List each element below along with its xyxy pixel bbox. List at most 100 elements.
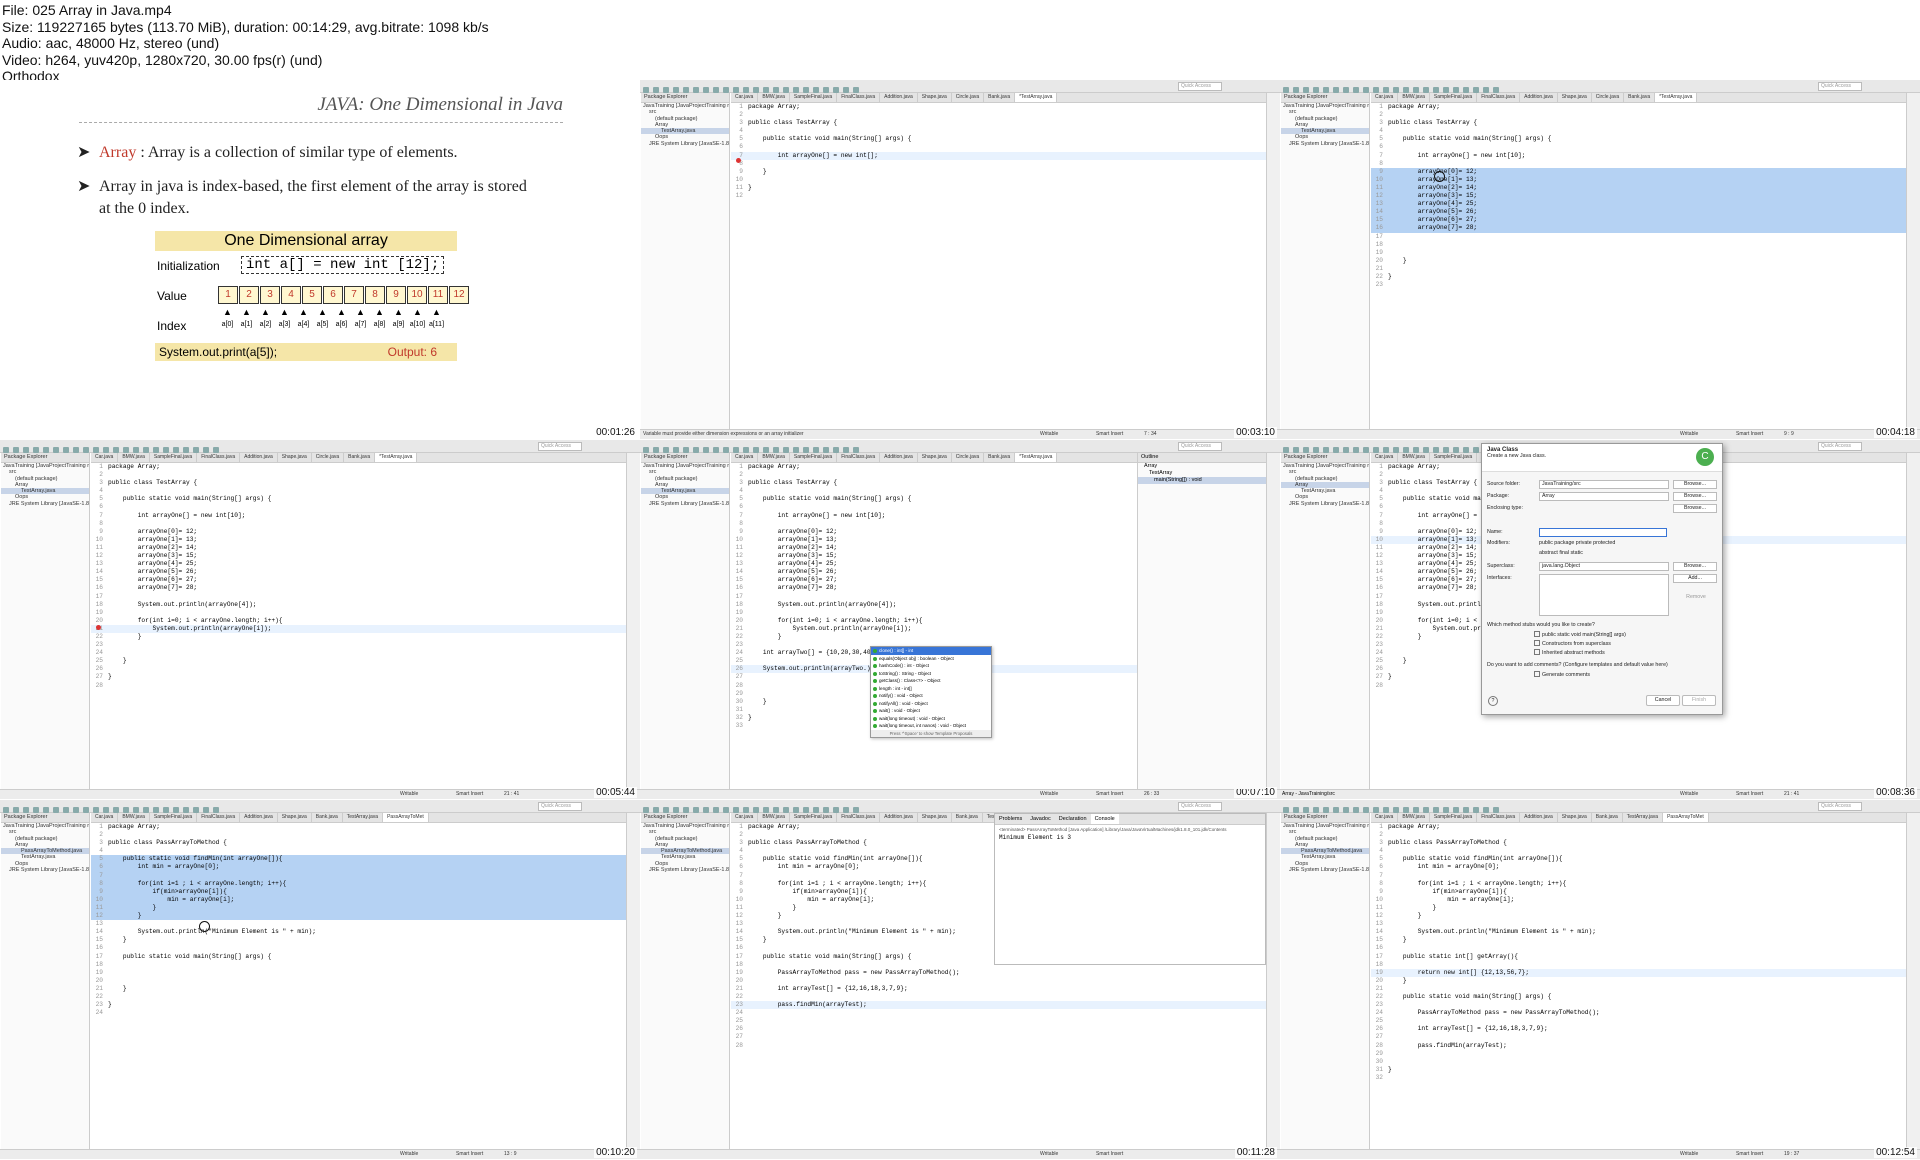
- editor-tab[interactable]: BMW.java: [118, 453, 150, 462]
- editor-tab[interactable]: FinalClass.java: [837, 93, 881, 102]
- text-field[interactable]: JavaTraining/src: [1539, 480, 1669, 489]
- editor-tab[interactable]: Shape.java: [918, 453, 952, 462]
- editor-tab[interactable]: Car.java: [1371, 813, 1399, 822]
- editor-tab[interactable]: TestArray.java: [343, 813, 384, 822]
- editor-tab[interactable]: *TestArray.java: [1655, 93, 1698, 102]
- checkbox-icon[interactable]: [1534, 649, 1540, 655]
- editor-tab[interactable]: SampleFinal.java: [150, 453, 198, 462]
- error-marker-icon[interactable]: [96, 625, 101, 630]
- tree-item[interactable]: JRE System Library [JavaSE-1.8]: [641, 867, 729, 873]
- assist-item[interactable]: notifyAll() : void - Object: [871, 700, 991, 708]
- code-area[interactable]: 1 package Array; 2 3 public class TestArray …: [1371, 103, 1906, 289]
- package-explorer-tab[interactable]: Package Explorer: [1281, 813, 1369, 823]
- tree-item[interactable]: JRE System Library [JavaSE-1.8]: [1, 501, 89, 507]
- text-field[interactable]: [1539, 528, 1667, 537]
- editor-tab[interactable]: BMW.java: [1398, 453, 1430, 462]
- interfaces-list[interactable]: [1539, 574, 1669, 616]
- help-icon[interactable]: ?: [1488, 696, 1498, 706]
- editor-tab[interactable]: *TestArray.java: [375, 453, 418, 462]
- stub-checkbox[interactable]: Constructors from superclass: [1534, 640, 1611, 647]
- code-editor[interactable]: Car.javaBMW.javaSampleFinal.javaFinalCla…: [1371, 813, 1906, 1149]
- outline-tab[interactable]: Outline: [1138, 453, 1266, 463]
- package-explorer-tab[interactable]: Package Explorer: [641, 93, 729, 103]
- assist-item[interactable]: wait(long timeout, int nanos) : void - O…: [871, 722, 991, 730]
- quick-access-input[interactable]: Quick Access: [538, 442, 582, 451]
- content-assist-popup[interactable]: clone() : int[] - int equals(Object obj) …: [870, 646, 992, 738]
- editor-tab[interactable]: FinalClass.java: [837, 453, 881, 462]
- editor-tab[interactable]: Bank.java: [952, 813, 983, 822]
- field-button[interactable]: Browse...: [1673, 480, 1717, 489]
- quick-access-input[interactable]: Quick Access: [1818, 442, 1862, 451]
- console-tab[interactable]: Javadoc: [1026, 814, 1055, 824]
- field-button[interactable]: Browse...: [1673, 504, 1717, 513]
- editor-tab[interactable]: Shape.java: [1558, 813, 1592, 822]
- editor-tab[interactable]: FinalClass.java: [197, 813, 241, 822]
- editor-tab[interactable]: BMW.java: [758, 93, 790, 102]
- outline-item[interactable]: main(String[]) : void: [1138, 477, 1266, 484]
- tree-item[interactable]: JRE System Library [JavaSE-1.8]: [1, 867, 89, 873]
- package-explorer-tab[interactable]: Package Explorer: [1, 813, 89, 823]
- editor-tab[interactable]: Car.java: [91, 813, 119, 822]
- modifiers-options-2[interactable]: abstract final static: [1539, 550, 1583, 556]
- editor-tab[interactable]: SampleFinal.java: [1430, 453, 1478, 462]
- editor-tab[interactable]: Car.java: [1371, 93, 1399, 102]
- editor-tab[interactable]: Bank.java: [984, 93, 1016, 102]
- assist-item[interactable]: notify() : void - Object: [871, 692, 991, 700]
- editor-tab[interactable]: Bank.java: [344, 453, 376, 462]
- editor-tab[interactable]: Car.java: [731, 813, 759, 822]
- assist-item[interactable]: toString() : String - Object: [871, 670, 991, 678]
- editor-tab[interactable]: Shape.java: [1558, 93, 1592, 102]
- assist-item[interactable]: wait(long timeout) : void - Object: [871, 715, 991, 723]
- editor-tab[interactable]: Shape.java: [918, 813, 952, 822]
- code-editor[interactable]: Car.javaBMW.javaSampleFinal.javaFinalCla…: [1371, 93, 1906, 429]
- finish-button[interactable]: Finish: [1682, 695, 1716, 706]
- console-tab[interactable]: Declaration: [1055, 814, 1091, 824]
- editor-tab[interactable]: Car.java: [731, 93, 759, 102]
- tree-item[interactable]: JRE System Library [JavaSE-1.8]: [1281, 867, 1369, 873]
- comments-checkbox[interactable]: Generate comments: [1534, 671, 1590, 678]
- editor-tab[interactable]: FinalClass.java: [837, 813, 881, 822]
- tree-item[interactable]: JRE System Library [JavaSE-1.8]: [1281, 501, 1369, 507]
- editor-tab[interactable]: SampleFinal.java: [1430, 813, 1478, 822]
- quick-access-input[interactable]: Quick Access: [538, 802, 582, 811]
- outline-item[interactable]: TestArray: [1138, 470, 1266, 477]
- editor-tab[interactable]: Bank.java: [312, 813, 343, 822]
- editor-tab[interactable]: TestArray.java: [1623, 813, 1664, 822]
- assist-item[interactable]: hashCode() : int - Object: [871, 662, 991, 670]
- editor-tab[interactable]: Car.java: [731, 453, 759, 462]
- assist-item[interactable]: clone() : int[] - int: [871, 647, 991, 655]
- assist-item[interactable]: length : int - int[]: [871, 685, 991, 693]
- editor-tab[interactable]: SampleFinal.java: [150, 813, 198, 822]
- stub-checkbox[interactable]: Inherited abstract methods: [1534, 649, 1605, 656]
- editor-tab[interactable]: Shape.java: [918, 93, 952, 102]
- assist-item[interactable]: equals(Object obj) : boolean - Object: [871, 655, 991, 663]
- editor-tab[interactable]: PassArrayToMet: [1663, 813, 1709, 822]
- code-area[interactable]: 1 package Array; 2 3 public class TestArray …: [91, 463, 626, 690]
- editor-tab[interactable]: BMW.java: [1398, 813, 1430, 822]
- tree-item[interactable]: JRE System Library [JavaSE-1.8]: [1281, 141, 1369, 147]
- editor-tab[interactable]: Circle.java: [952, 453, 985, 462]
- editor-tab[interactable]: Shape.java: [278, 813, 312, 822]
- quick-access-input[interactable]: Quick Access: [1178, 802, 1222, 811]
- editor-tab[interactable]: *TestArray.java: [1015, 93, 1058, 102]
- tree-item[interactable]: JRE System Library [JavaSE-1.8]: [641, 141, 729, 147]
- editor-tab[interactable]: Addition.java: [880, 93, 918, 102]
- editor-tab[interactable]: Circle.java: [312, 453, 345, 462]
- editor-tab[interactable]: Circle.java: [1592, 93, 1625, 102]
- text-field[interactable]: Array: [1539, 492, 1669, 501]
- outline-item[interactable]: Array: [1138, 463, 1266, 470]
- code-area[interactable]: 1 package Array; 2 3 public class TestArray …: [731, 103, 1266, 200]
- checkbox-icon[interactable]: [1534, 640, 1540, 646]
- console-tab[interactable]: Problems: [995, 814, 1026, 824]
- modifiers-options[interactable]: public package private protected: [1539, 540, 1615, 546]
- editor-tab[interactable]: FinalClass.java: [197, 453, 241, 462]
- quick-access-input[interactable]: Quick Access: [1818, 802, 1862, 811]
- editor-tab[interactable]: SampleFinal.java: [790, 453, 838, 462]
- assist-item[interactable]: wait() : void - Object: [871, 707, 991, 715]
- code-area[interactable]: 1 package Array; 2 3 public class PassArrayT…: [1371, 823, 1906, 1082]
- editor-tab[interactable]: Circle.java: [952, 93, 985, 102]
- editor-tab[interactable]: Addition.java: [240, 813, 278, 822]
- tree-item[interactable]: JRE System Library [JavaSE-1.8]: [641, 501, 729, 507]
- editor-tab[interactable]: FinalClass.java: [1477, 93, 1521, 102]
- error-marker-icon[interactable]: [736, 158, 741, 163]
